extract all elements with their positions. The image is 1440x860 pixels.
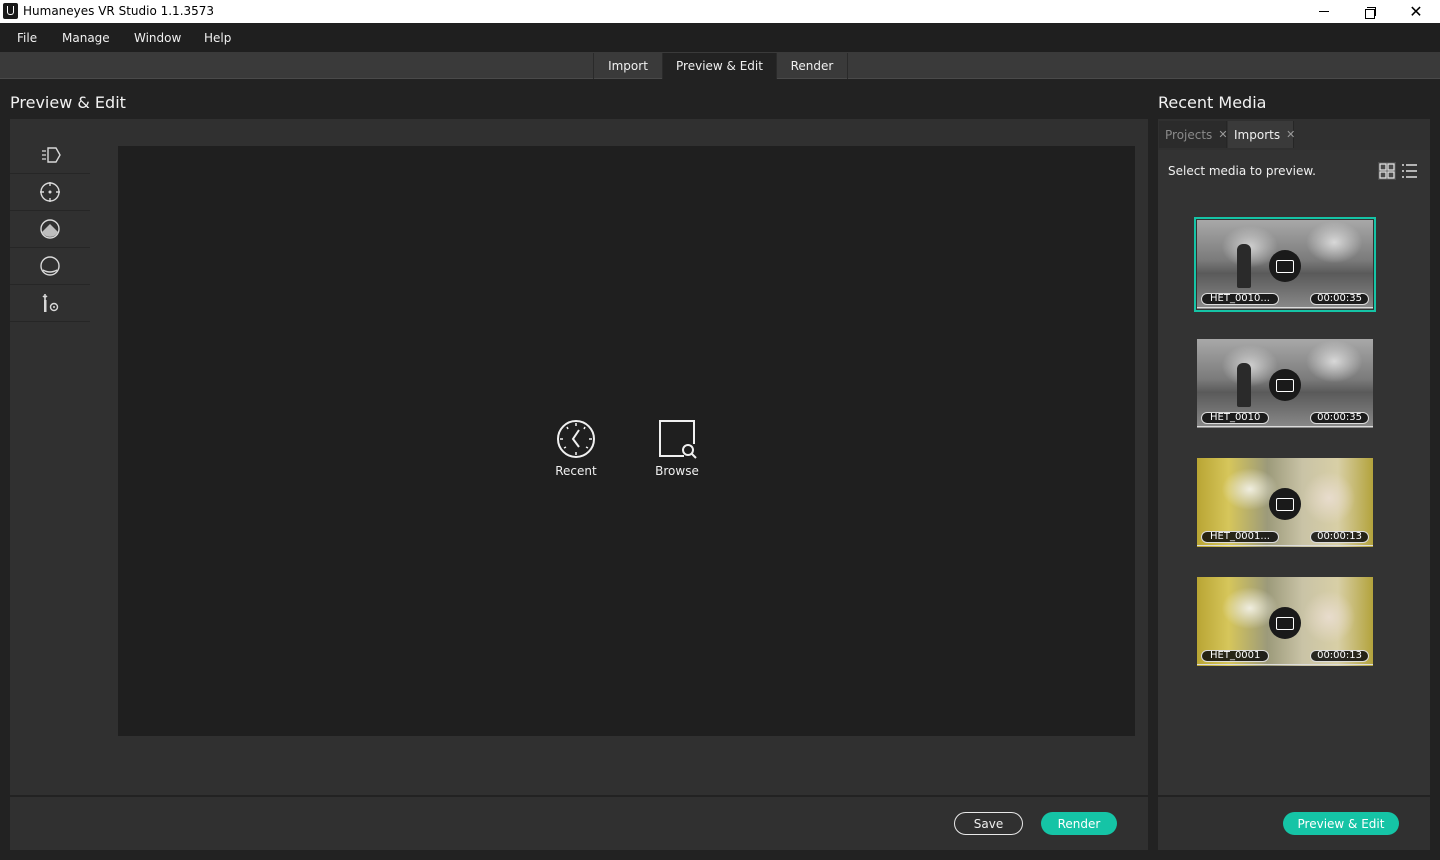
recent-action[interactable]: Recent <box>541 418 611 478</box>
tool-strip <box>10 137 90 322</box>
tab-render[interactable]: Render <box>776 53 848 79</box>
select-media-hint: Select media to preview. <box>1168 164 1316 178</box>
preview-viewport[interactable] <box>118 146 1135 736</box>
render-button[interactable]: Render <box>1041 812 1117 835</box>
grid-view-icon[interactable] <box>1377 161 1397 181</box>
media-duration: 00:00:35 <box>1310 412 1369 424</box>
save-button[interactable]: Save <box>954 812 1023 835</box>
browse-action[interactable]: Browse <box>642 418 712 478</box>
browse-icon <box>659 420 697 459</box>
bottom-cap-tool-button[interactable] <box>10 248 90 285</box>
transform-icon <box>42 147 61 163</box>
workflow-tabs: Import Preview & Edit Render <box>0 52 1440 79</box>
restore-button[interactable] <box>1347 0 1393 23</box>
menu-bar: File Manage Window Help <box>0 23 1440 52</box>
media-duration: 00:00:13 <box>1310 650 1369 662</box>
menu-window[interactable]: Window <box>134 31 181 45</box>
thumbnail-figure <box>1237 363 1251 407</box>
media-name: HET_0010 <box>1201 412 1270 424</box>
media-item[interactable]: HET_0001... 00:00:13 <box>1197 458 1373 547</box>
media-item[interactable]: HET_0010 00:00:35 <box>1197 339 1373 428</box>
tab-preview-edit[interactable]: Preview & Edit <box>662 53 776 79</box>
thumbnail-underline <box>1197 307 1373 308</box>
thumbnail-underline <box>1197 545 1373 546</box>
browse-label: Browse <box>655 464 699 478</box>
recent-label: Recent <box>555 464 597 478</box>
thumbnail-underline <box>1197 664 1373 665</box>
tab-imports-label: Imports <box>1234 127 1281 142</box>
top-cap-icon <box>40 219 60 239</box>
window-title: Humaneyes VR Studio 1.1.3573 <box>23 4 215 18</box>
video-icon <box>1269 369 1301 401</box>
video-icon <box>1269 250 1301 282</box>
recent-media-title: Recent Media <box>1158 93 1267 112</box>
video-icon <box>1269 607 1301 639</box>
center-tool-button[interactable] <box>10 174 90 211</box>
preview-edit-button[interactable]: Preview & Edit <box>1283 812 1399 835</box>
minimize-button[interactable] <box>1301 0 1347 23</box>
close-tab-projects-icon[interactable]: ✕ <box>1218 128 1227 141</box>
media-name: HET_0001... <box>1201 531 1279 543</box>
media-item[interactable]: HET_0001 00:00:13 <box>1197 577 1373 666</box>
close-icon: ✕ <box>1409 1 1423 21</box>
media-duration: 00:00:35 <box>1310 293 1369 305</box>
thumbnail-underline <box>1197 426 1373 427</box>
tab-projects[interactable]: Projects ✕ <box>1159 121 1228 148</box>
media-name: HET_0001 <box>1201 650 1270 662</box>
app-logo-icon <box>3 3 18 19</box>
transform-tool-button[interactable] <box>10 137 90 174</box>
media-item[interactable]: HET_0010... 00:00:35 <box>1194 217 1376 312</box>
tools-settings-icon <box>42 294 59 312</box>
page-title: Preview & Edit <box>10 93 126 112</box>
close-tab-imports-icon[interactable]: ✕ <box>1286 128 1295 141</box>
list-view-icon[interactable] <box>1400 161 1420 181</box>
thumbnail-figure <box>1237 244 1251 288</box>
clock-icon <box>557 420 595 458</box>
menu-manage[interactable]: Manage <box>62 31 110 45</box>
media-duration: 00:00:13 <box>1310 531 1369 543</box>
close-window-button[interactable]: ✕ <box>1393 0 1439 23</box>
title-bar: Humaneyes VR Studio 1.1.3573 ✕ <box>0 0 1440 23</box>
restore-icon <box>1365 6 1376 19</box>
bottom-cap-icon <box>40 256 60 276</box>
top-cap-tool-button[interactable] <box>10 211 90 248</box>
video-icon <box>1269 488 1301 520</box>
minimize-icon <box>1319 11 1329 12</box>
tab-imports[interactable]: Imports ✕ <box>1228 121 1295 148</box>
tab-projects-label: Projects <box>1165 127 1213 142</box>
settings-tool-button[interactable] <box>10 285 90 322</box>
menu-file[interactable]: File <box>17 31 37 45</box>
media-name: HET_0010... <box>1201 293 1279 305</box>
menu-help[interactable]: Help <box>204 31 231 45</box>
crosshair-icon <box>40 182 60 202</box>
tab-import[interactable]: Import <box>593 53 662 79</box>
